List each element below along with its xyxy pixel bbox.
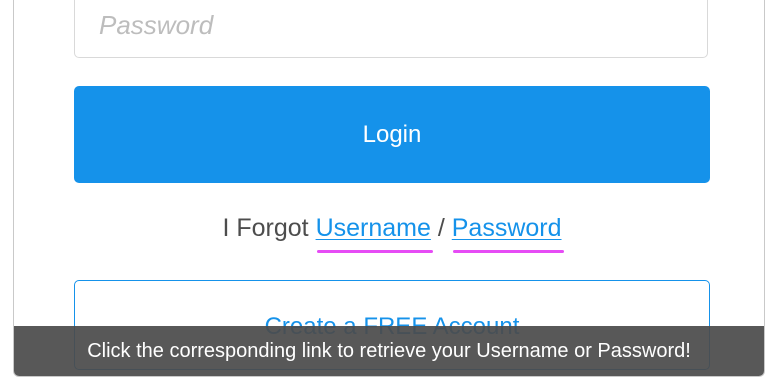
login-button[interactable]: Login (74, 86, 710, 183)
username-highlight-underline (316, 250, 433, 253)
forgot-username-link[interactable]: Username (315, 214, 433, 253)
password-highlight-underline (452, 250, 564, 253)
forgot-username-label: Username (315, 214, 431, 242)
forgot-credentials-row: I Forgot Username / Password (14, 214, 764, 253)
forgot-prefix-text: I Forgot (222, 214, 316, 242)
forgot-separator-text: / (430, 214, 452, 242)
forgot-password-label: Password (451, 214, 562, 242)
forgot-password-link[interactable]: Password (451, 214, 564, 253)
password-field[interactable] (74, 0, 708, 58)
tooltip-caption: Click the corresponding link to retrieve… (14, 326, 764, 376)
login-form-card: Login I Forgot Username / Password Creat… (13, 0, 765, 377)
